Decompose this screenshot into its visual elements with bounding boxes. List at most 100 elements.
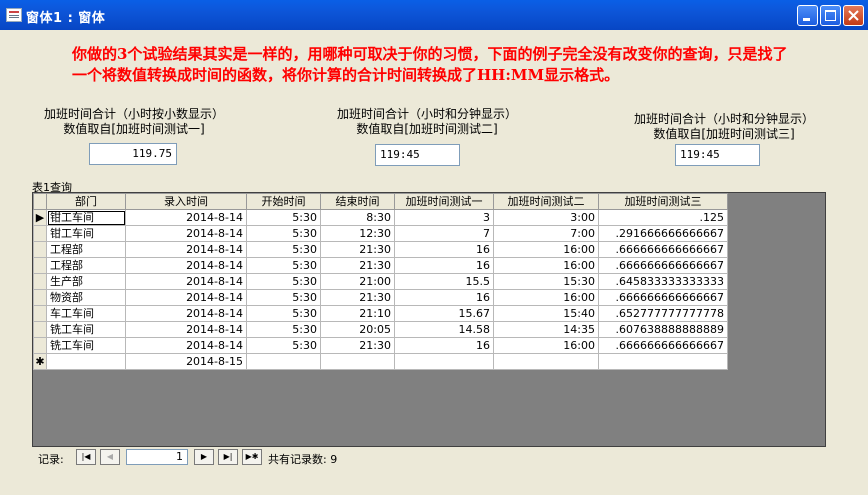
cell-start-time[interactable]: 5:30 <box>246 321 321 338</box>
table-row[interactable]: 铣工车间 2014-8-14 5:30 21:30 16 16:00.6666666666… <box>33 337 728 354</box>
table-row[interactable]: 铣工车间 2014-8-14 5:30 20:05 14.58 14:35.6076388… <box>33 321 728 338</box>
cell-test1[interactable]: 16 <box>394 337 494 354</box>
field1-textbox[interactable]: 119.75 <box>89 143 177 165</box>
row-selector[interactable]: ▶ <box>33 209 47 226</box>
cell-entry-time[interactable]: 2014-8-14 <box>125 257 247 274</box>
cell-entry-time[interactable]: 2014-8-15 <box>125 353 247 370</box>
col-header-end-time[interactable]: 结束时间 <box>320 193 395 210</box>
new-record-row[interactable]: ✱ 2014-8-15 <box>33 353 728 370</box>
row-selector[interactable]: ✱ <box>33 353 47 370</box>
cell-end-time[interactable]: 20:05 <box>320 321 395 338</box>
last-record-button[interactable]: ▶| <box>218 449 238 465</box>
maximize-button[interactable] <box>820 5 841 26</box>
table-row[interactable]: ▶ 钳工车间 2014-8-14 5:30 8:30 3 3:00.125 <box>33 209 728 226</box>
cell-dept[interactable]: 钳工车间 <box>46 225 126 242</box>
table-row[interactable]: 钳工车间 2014-8-14 5:30 12:30 7 7:00.291666666666… <box>33 225 728 242</box>
cell-test1[interactable]: 16 <box>394 289 494 306</box>
cell-test3[interactable]: .666666666666667 <box>598 289 728 306</box>
col-header-test2[interactable]: 加班时间测试二 <box>493 193 599 210</box>
table-row[interactable]: 工程部 2014-8-14 5:30 21:30 16 16:00.66666666666… <box>33 257 728 274</box>
col-header-test3[interactable]: 加班时间测试三 <box>598 193 728 210</box>
cell-test3[interactable]: .645833333333333 <box>598 273 728 290</box>
cell-test2[interactable]: 14:35 <box>493 321 599 338</box>
cell-dept[interactable] <box>46 353 126 370</box>
row-selector[interactable] <box>33 289 47 306</box>
cell-start-time[interactable]: 5:30 <box>246 209 321 226</box>
cell-entry-time[interactable]: 2014-8-14 <box>125 321 247 338</box>
cell-test1[interactable]: 16 <box>394 257 494 274</box>
cell-test2[interactable]: 3:00 <box>493 209 599 226</box>
row-selector[interactable] <box>33 257 47 274</box>
table-row[interactable]: 工程部 2014-8-14 5:30 21:30 16 16:00.66666666666… <box>33 241 728 258</box>
table-row[interactable]: 生产部 2014-8-14 5:30 21:00 15.5 15:30.645833333… <box>33 273 728 290</box>
cell-test3[interactable]: .607638888888889 <box>598 321 728 338</box>
next-record-button[interactable]: ▶ <box>194 449 214 465</box>
cell-test3[interactable]: .291666666666667 <box>598 225 728 242</box>
cell-start-time[interactable]: 5:30 <box>246 225 321 242</box>
cell-start-time[interactable]: 5:30 <box>246 305 321 322</box>
cell-end-time[interactable]: 21:10 <box>320 305 395 322</box>
cell-start-time[interactable]: 5:30 <box>246 289 321 306</box>
col-header-start-time[interactable]: 开始时间 <box>246 193 321 210</box>
row-selector[interactable] <box>33 225 47 242</box>
cell-test3[interactable]: .666666666666667 <box>598 257 728 274</box>
minimize-button[interactable] <box>797 5 818 26</box>
field2-textbox[interactable]: 119:45 <box>375 144 460 166</box>
row-selector[interactable] <box>33 273 47 290</box>
cell-dept[interactable]: 生产部 <box>46 273 126 290</box>
new-record-button[interactable]: ▶✱ <box>242 449 262 465</box>
cell-entry-time[interactable]: 2014-8-14 <box>125 209 247 226</box>
cell-entry-time[interactable]: 2014-8-14 <box>125 337 247 354</box>
cell-test1[interactable]: 7 <box>394 225 494 242</box>
row-selector[interactable] <box>33 337 47 354</box>
cell-start-time[interactable]: 5:30 <box>246 241 321 258</box>
cell-test2[interactable]: 16:00 <box>493 337 599 354</box>
cell-test2[interactable] <box>493 353 599 370</box>
first-record-button[interactable]: |◀ <box>76 449 96 465</box>
cell-start-time[interactable]: 5:30 <box>246 257 321 274</box>
cell-entry-time[interactable]: 2014-8-14 <box>125 225 247 242</box>
cell-test2[interactable]: 16:00 <box>493 257 599 274</box>
cell-test3[interactable]: .666666666666667 <box>598 241 728 258</box>
cell-dept[interactable]: 钳工车间 <box>46 209 126 226</box>
cell-test1[interactable]: 15.5 <box>394 273 494 290</box>
cell-entry-time[interactable]: 2014-8-14 <box>125 241 247 258</box>
cell-end-time[interactable]: 12:30 <box>320 225 395 242</box>
cell-dept[interactable]: 车工车间 <box>46 305 126 322</box>
field3-textbox[interactable]: 119:45 <box>675 144 760 166</box>
cell-start-time[interactable]: 5:30 <box>246 337 321 354</box>
cell-dept[interactable]: 物资部 <box>46 289 126 306</box>
cell-entry-time[interactable]: 2014-8-14 <box>125 305 247 322</box>
cell-dept[interactable]: 工程部 <box>46 257 126 274</box>
selector-header[interactable] <box>33 193 47 210</box>
table-row[interactable]: 车工车间 2014-8-14 5:30 21:10 15.67 15:40.6527777… <box>33 305 728 322</box>
cell-test1[interactable] <box>394 353 494 370</box>
close-button[interactable] <box>843 5 864 26</box>
cell-test2[interactable]: 15:40 <box>493 305 599 322</box>
cell-end-time[interactable]: 21:00 <box>320 273 395 290</box>
cell-start-time[interactable]: 5:30 <box>246 273 321 290</box>
cell-dept[interactable]: 铣工车间 <box>46 321 126 338</box>
col-header-dept[interactable]: 部门 <box>46 193 126 210</box>
record-number-input[interactable]: 1 <box>126 449 188 465</box>
cell-test2[interactable]: 16:00 <box>493 289 599 306</box>
cell-test1[interactable]: 15.67 <box>394 305 494 322</box>
cell-end-time[interactable]: 8:30 <box>320 209 395 226</box>
cell-dept[interactable]: 工程部 <box>46 241 126 258</box>
cell-end-time[interactable]: 21:30 <box>320 257 395 274</box>
cell-test1[interactable]: 16 <box>394 241 494 258</box>
cell-end-time[interactable]: 21:30 <box>320 337 395 354</box>
cell-start-time[interactable] <box>246 353 321 370</box>
cell-test2[interactable]: 15:30 <box>493 273 599 290</box>
cell-entry-time[interactable]: 2014-8-14 <box>125 289 247 306</box>
cell-test1[interactable]: 3 <box>394 209 494 226</box>
table-row[interactable]: 物资部 2014-8-14 5:30 21:30 16 16:00.66666666666… <box>33 289 728 306</box>
cell-entry-time[interactable]: 2014-8-14 <box>125 273 247 290</box>
cell-test3[interactable]: .125 <box>598 209 728 226</box>
cell-end-time[interactable]: 21:30 <box>320 241 395 258</box>
cell-dept[interactable]: 铣工车间 <box>46 337 126 354</box>
cell-end-time[interactable] <box>320 353 395 370</box>
cell-test3[interactable] <box>598 353 728 370</box>
prev-record-button[interactable]: ◀ <box>100 449 120 465</box>
cell-test3[interactable]: .666666666666667 <box>598 337 728 354</box>
